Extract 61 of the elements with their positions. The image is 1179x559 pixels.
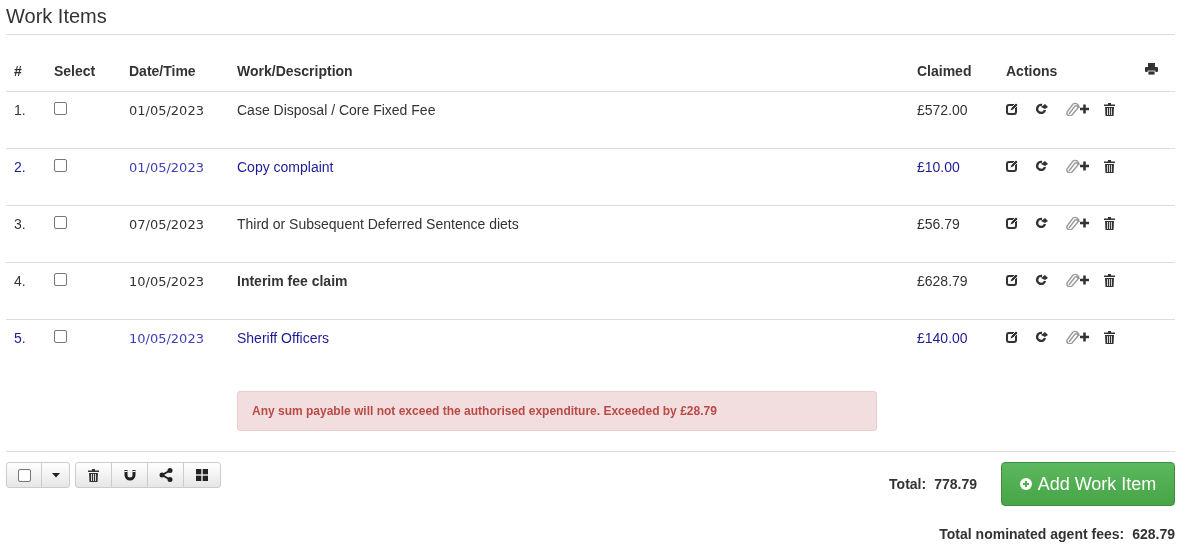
date-cell: 01/05/2023 [129, 160, 204, 175]
claimed-amount: £10.00 [917, 159, 960, 175]
column-header: Select [54, 63, 96, 79]
attach-add-icon[interactable] [1066, 102, 1090, 116]
edit-icon[interactable] [1006, 217, 1018, 229]
row-number: 1. [14, 102, 26, 118]
edit-icon[interactable] [1006, 160, 1018, 172]
column-header: # [14, 63, 22, 79]
nominated-fees-value: 628.79 [1132, 526, 1175, 542]
nominated-fees-label: Total nominated agent fees: [939, 526, 1125, 542]
grid-icon [196, 469, 208, 481]
trash-icon[interactable] [1104, 216, 1115, 230]
claimed-amount: £140.00 [917, 330, 968, 346]
edit-icon[interactable] [1006, 103, 1018, 115]
date-cell: 10/05/2023 [129, 331, 204, 346]
attach-add-icon[interactable] [1066, 159, 1090, 173]
trash-icon[interactable] [1104, 330, 1115, 344]
caret-icon [51, 472, 60, 478]
date-cell: 10/05/2023 [129, 274, 204, 289]
description-cell: Case Disposal / Core Fixed Fee [237, 102, 436, 118]
column-header: Actions [1006, 63, 1058, 79]
trash-icon[interactable] [1104, 273, 1115, 287]
trash-icon[interactable] [1104, 102, 1115, 116]
column-header: Date/Time [129, 63, 196, 79]
row-number: 4. [14, 273, 26, 289]
add-work-item-button[interactable]: Add Work Item [1001, 462, 1175, 506]
checkbox[interactable] [54, 102, 67, 115]
claimed-amount: £628.79 [917, 273, 968, 289]
edit-icon[interactable] [1006, 274, 1018, 286]
trash-icon[interactable] [1104, 159, 1115, 173]
checkbox[interactable] [54, 216, 67, 229]
checkbox[interactable] [17, 468, 31, 482]
claimed-amount: £56.79 [917, 216, 960, 232]
trash-icon [88, 468, 99, 482]
date-cell: 01/05/2023 [129, 103, 204, 118]
edit-icon[interactable] [1006, 331, 1018, 343]
checkbox[interactable] [54, 273, 67, 286]
print-icon[interactable] [1145, 63, 1158, 75]
date-cell: 07/05/2023 [129, 217, 204, 232]
plus-circle-icon [1019, 478, 1032, 490]
description-cell: Interim fee claim [237, 273, 348, 289]
description-cell: Copy complaint [237, 159, 334, 175]
description-cell: Sheriff Officers [237, 330, 330, 346]
page-title: Work Items [6, 0, 1175, 35]
row-number: 3. [14, 216, 26, 232]
attach-add-icon[interactable] [1066, 216, 1090, 230]
attach-add-icon[interactable] [1066, 330, 1090, 344]
magnet-icon [123, 469, 136, 481]
description-cell: Third or Subsequent Deferred Sentence diets [237, 216, 519, 232]
total-label: Total: [889, 476, 927, 492]
attach-add-icon[interactable] [1066, 273, 1090, 287]
column-header: Claimed [917, 63, 972, 79]
checkbox[interactable] [54, 330, 67, 343]
claimed-amount: £572.00 [917, 102, 968, 118]
checkbox[interactable] [54, 159, 67, 172]
warning-alert: Any sum payable will not exceed the authorised expenditure. Exceeded by £28.79 [237, 390, 877, 431]
share-nodes-icon [158, 468, 173, 482]
total-value: 778.79 [934, 476, 977, 492]
column-header: Work/Description [237, 63, 353, 79]
row-number: 5. [14, 330, 26, 346]
row-number: 2. [14, 159, 26, 175]
